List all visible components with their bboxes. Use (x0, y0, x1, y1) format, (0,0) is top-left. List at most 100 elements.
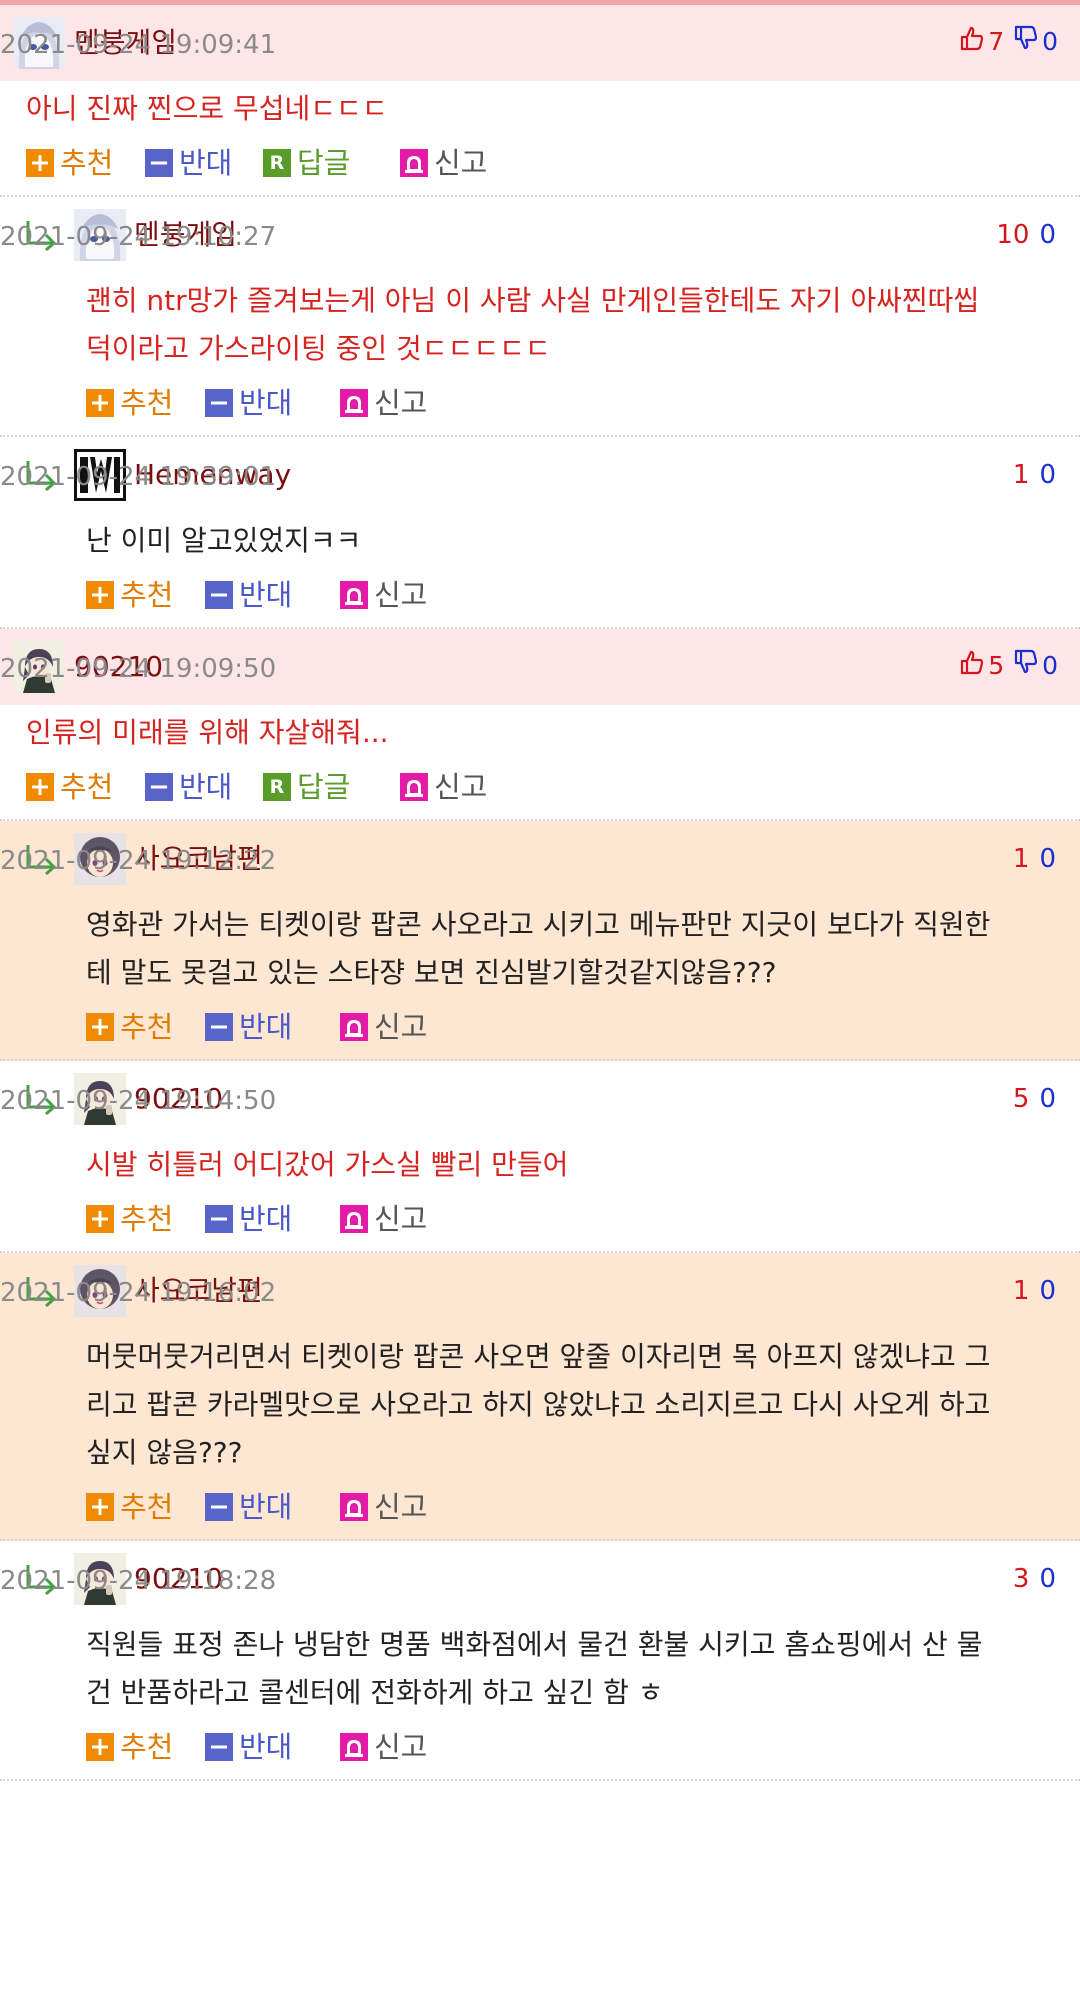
reply-label: 답글 (297, 146, 351, 180)
timestamp: 2021-09-24 19:12:22 (0, 846, 277, 876)
downvote-count: 0 (1039, 1564, 1056, 1594)
upvote-count: 5 (1012, 1084, 1030, 1114)
report-label: 신고 (374, 1202, 428, 1236)
recommend-button[interactable]: 추천 (86, 575, 173, 615)
report-button[interactable]: 신고 (400, 767, 487, 807)
recommend-button[interactable]: 추천 (86, 1007, 173, 1047)
report-button[interactable]: 신고 (340, 1199, 427, 1239)
upvote-count: 1 (1012, 460, 1030, 490)
oppose-button[interactable]: 반대 (205, 575, 292, 615)
comment-item: 90210 2021-09-24 19:09:50 5 0 인류의 미래를 위해 자살해… (0, 629, 1080, 821)
report-label: 신고 (374, 1010, 428, 1044)
recommend-label: 추천 (120, 578, 174, 612)
downvote-count: 0 (1042, 650, 1058, 680)
report-button[interactable]: 신고 (340, 383, 427, 423)
siren-icon (340, 389, 368, 417)
minus-icon (205, 1733, 233, 1761)
comment-text-line: 인류의 미래를 위해 자살해줘... (26, 716, 389, 749)
report-button[interactable]: 신고 (400, 143, 487, 183)
plus-icon (86, 1733, 114, 1761)
comment-header: 멘붕게임 2021-09-24 19:09:41 7 0 (0, 5, 1080, 81)
comment-text-line: 리고 팝콘 카라멜맛으로 사오라고 하지 않았냐고 소리지르고 다시 사오게 하… (86, 1388, 991, 1421)
reply-label: 답글 (297, 770, 351, 804)
downvote-count: 0 (1039, 1276, 1056, 1306)
plus-icon (86, 1013, 114, 1041)
comment-text-line: 난 이미 알고있었지ㅋㅋ (86, 524, 362, 557)
oppose-button[interactable]: 반대 (205, 1727, 292, 1767)
report-label: 신고 (434, 770, 488, 804)
comment-actions: 추천 반대 신고 (0, 1189, 1080, 1251)
comment-actions: 추천 반대 R 답글 신고 (0, 757, 1080, 819)
thumbs-up-icon (960, 25, 984, 57)
comment-header: 사요코남편 2021-09-24 19:12:22 1 0 (0, 821, 1080, 897)
comment-text-line: 테 말도 못걸고 있는 스타쟝 보면 진심발기할것같지않음??? (86, 956, 777, 989)
comment-body: 난 이미 알고있었지ㅋㅋ (0, 513, 1080, 565)
siren-icon (340, 1493, 368, 1521)
recommend-button[interactable]: 추천 (86, 1727, 173, 1767)
timestamp: 2021-09-24 19:10:27 (0, 222, 277, 252)
siren-icon (400, 773, 428, 801)
minus-icon (205, 389, 233, 417)
report-button[interactable]: 신고 (340, 1487, 427, 1527)
oppose-button[interactable]: 반대 (205, 1199, 292, 1239)
oppose-button[interactable]: 반대 (145, 767, 232, 807)
thumbs-down-icon (1014, 649, 1038, 681)
report-button[interactable]: 신고 (340, 575, 427, 615)
oppose-label: 반대 (179, 770, 233, 804)
oppose-label: 반대 (239, 578, 293, 612)
comment-body: 아니 진짜 찐으로 무섭네ㄷㄷㄷ (0, 81, 1080, 133)
plus-icon (86, 389, 114, 417)
oppose-button[interactable]: 반대 (205, 383, 292, 423)
recommend-button[interactable]: 추천 (86, 1487, 173, 1527)
plus-icon (86, 1493, 114, 1521)
upvote-count: 5 (988, 650, 1005, 680)
recommend-button[interactable]: 추천 (26, 143, 113, 183)
report-label: 신고 (374, 578, 428, 612)
oppose-button[interactable]: 반대 (145, 143, 232, 183)
recommend-label: 추천 (120, 1490, 174, 1524)
minus-icon (205, 581, 233, 609)
minus-icon (205, 1493, 233, 1521)
recommend-button[interactable]: 추천 (86, 1199, 173, 1239)
timestamp: 2021-09-24 19:39:01 (0, 462, 277, 492)
comment-actions: 추천 반대 R 답글 신고 (0, 133, 1080, 195)
report-button[interactable]: 신고 (340, 1727, 427, 1767)
comment-header: 멘붕게임 2021-09-24 19:10:27 10 0 (0, 197, 1080, 273)
downvote-count: 0 (1039, 1084, 1056, 1114)
report-button[interactable]: 신고 (340, 1007, 427, 1047)
oppose-button[interactable]: 반대 (205, 1487, 292, 1527)
siren-icon (340, 1013, 368, 1041)
vote-counts: 50 (960, 645, 1058, 685)
recommend-label: 추천 (120, 1730, 174, 1764)
thumbs-up-icon (960, 649, 984, 681)
comment-item: 멘붕게임 2021-09-24 19:09:41 7 0 아니 진짜 찐으로 무섭네ㄷㄷ… (0, 5, 1080, 197)
reply-item: Hemenway 2021-09-24 19:39:01 1 0 난 이미 알고있었지ㅋ… (0, 437, 1080, 629)
upvote-count: 10 (996, 220, 1030, 250)
comment-body: 인류의 미래를 위해 자살해줘... (0, 705, 1080, 757)
reply-r-icon: R (263, 773, 291, 801)
comment-text-line: 싶지 않음??? (86, 1436, 243, 1469)
comment-text-line: 시발 히틀러 어디갔어 가스실 빨리 만들어 (86, 1148, 569, 1181)
plus-icon (26, 149, 54, 177)
reply-button[interactable]: R 답글 (263, 143, 350, 183)
vote-counts: 70 (960, 21, 1058, 61)
vote-counts: 50 (1013, 1079, 1056, 1119)
minus-icon (145, 773, 173, 801)
comment-actions: 추천 반대 신고 (0, 1477, 1080, 1539)
reply-item: 90210 2021-09-24 19:18:28 3 0 직원들 표정 존나 냉담한 … (0, 1541, 1080, 1781)
vote-counts: 10 (1013, 839, 1056, 879)
report-label: 신고 (374, 386, 428, 420)
oppose-button[interactable]: 반대 (205, 1007, 292, 1047)
comment-actions: 추천 반대 신고 (0, 565, 1080, 627)
timestamp: 2021-09-24 19:09:41 (0, 30, 277, 60)
reply-button[interactable]: R 답글 (263, 767, 350, 807)
timestamp: 2021-09-24 19:14:50 (0, 1086, 277, 1116)
recommend-button[interactable]: 추천 (26, 767, 113, 807)
upvote-count: 3 (1012, 1564, 1030, 1594)
plus-icon (26, 773, 54, 801)
upvote-count: 7 (988, 26, 1005, 56)
recommend-button[interactable]: 추천 (86, 383, 173, 423)
comment-body: 직원들 표정 존나 냉담한 명품 백화점에서 물건 환불 시키고 홈쇼핑에서 산… (0, 1617, 1080, 1717)
reply-r-icon: R (263, 149, 291, 177)
downvote-count: 0 (1039, 460, 1056, 490)
